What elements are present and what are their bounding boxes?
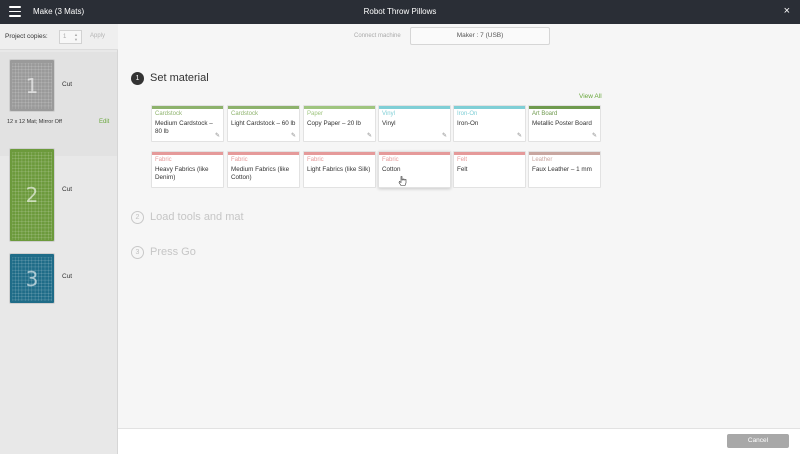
- material-color-bar: [304, 106, 375, 109]
- pencil-icon: ✎: [366, 133, 372, 139]
- footer-bar: Cancel: [118, 428, 800, 454]
- material-color-bar: [304, 152, 375, 155]
- material-category: Art Board: [532, 111, 558, 117]
- material-color-bar: [228, 106, 299, 109]
- material-color-bar: [454, 106, 525, 109]
- project-copies-input[interactable]: 1 ▲ ▼: [59, 30, 82, 44]
- material-category: Fabric: [382, 157, 399, 163]
- step-label-3: Press Go: [150, 246, 196, 258]
- material-name: Copy Paper – 20 lb: [307, 120, 361, 127]
- material-name: Light Fabrics (like Silk): [307, 166, 371, 173]
- material-name: Heavy Fabrics (like Denim): [155, 166, 209, 181]
- material-name: Cotton: [382, 166, 401, 173]
- mat-action-2: Cut: [62, 186, 73, 193]
- material-category: Leather: [532, 157, 553, 163]
- edit-mat-link[interactable]: Edit: [99, 119, 109, 125]
- pencil-icon: ✎: [214, 133, 220, 139]
- material-name: Light Cardstock – 60 lb: [231, 120, 296, 127]
- material-category: Fabric: [307, 157, 324, 163]
- step-label-1: Set material: [150, 72, 209, 84]
- material-color-bar: [529, 106, 600, 109]
- material-card[interactable]: Cardstock Medium Cardstock – 80 lb ✎: [151, 105, 224, 142]
- material-category: Vinyl: [382, 111, 395, 117]
- material-name: Vinyl: [382, 120, 396, 127]
- material-color-bar: [454, 152, 525, 155]
- material-category: Cardstock: [155, 111, 183, 117]
- material-name: Faux Leather – 1 mm: [532, 166, 592, 173]
- mat-preview-3[interactable]: 3: [9, 253, 55, 304]
- machine-select-button[interactable]: Maker : 7 (USB): [410, 27, 550, 45]
- project-title: Robot Throw Pillows: [363, 7, 437, 16]
- top-bar: Make (3 Mats) Robot Throw Pillows ×: [0, 0, 800, 24]
- mat-info: 12 x 12 Mat; Mirror Off: [7, 119, 62, 125]
- menu-icon[interactable]: [9, 6, 21, 17]
- material-name: Felt: [457, 166, 468, 173]
- material-name: Iron-On: [457, 120, 479, 127]
- mat-action-3: Cut: [62, 273, 73, 280]
- step-number-1: 1: [131, 72, 144, 85]
- material-category: Fabric: [155, 157, 172, 163]
- material-color-bar: [379, 152, 450, 155]
- connect-machine-label: Connect machine: [354, 33, 401, 39]
- material-name: Metallic Poster Board: [532, 120, 592, 127]
- material-card[interactable]: Fabric Heavy Fabrics (like Denim): [151, 151, 224, 188]
- apply-button[interactable]: Apply: [90, 33, 105, 39]
- material-card[interactable]: Fabric Medium Fabrics (like Cotton): [227, 151, 300, 188]
- material-card[interactable]: Fabric Cotton: [378, 151, 451, 188]
- material-card[interactable]: Cardstock Light Cardstock – 60 lb ✎: [227, 105, 300, 142]
- material-card[interactable]: Paper Copy Paper – 20 lb ✎: [303, 105, 376, 142]
- window-title: Make (3 Mats): [33, 7, 85, 16]
- mat-number-3: 3: [25, 266, 39, 291]
- material-category: Fabric: [231, 157, 248, 163]
- pencil-icon: ✎: [290, 133, 296, 139]
- material-category: Felt: [457, 157, 468, 163]
- material-card[interactable]: Fabric Light Fabrics (like Silk): [303, 151, 376, 188]
- material-card[interactable]: Felt Felt: [453, 151, 526, 188]
- pencil-icon: ✎: [516, 133, 522, 139]
- project-copies-value: 1: [63, 34, 67, 40]
- pencil-icon: ✎: [591, 133, 597, 139]
- view-all-materials-link[interactable]: View All: [579, 93, 602, 100]
- material-card[interactable]: Iron-On Iron-On ✎: [453, 105, 526, 142]
- mat-preview-1[interactable]: 1: [9, 59, 55, 112]
- material-card[interactable]: Art Board Metallic Poster Board ✎: [528, 105, 601, 142]
- step-number-3: 3: [131, 246, 144, 259]
- material-category: Cardstock: [231, 111, 259, 117]
- material-card[interactable]: Leather Faux Leather – 1 mm: [528, 151, 601, 188]
- make-main-panel: Connect machine Maker : 7 (USB) 1 Set ma…: [118, 24, 800, 428]
- step-number-2: 2: [131, 211, 144, 224]
- project-copies-label: Project copies:: [5, 33, 48, 40]
- material-category: Iron-On: [457, 111, 478, 117]
- material-color-bar: [152, 106, 223, 109]
- mat-sidebar: Project copies: 1 ▲ ▼ Apply 1 Cut 12 x 12…: [0, 24, 118, 454]
- material-color-bar: [228, 152, 299, 155]
- mat-number-1: 1: [25, 73, 39, 98]
- material-color-bar: [529, 152, 600, 155]
- step-label-2: Load tools and mat: [150, 211, 244, 223]
- material-name: Medium Cardstock – 80 lb: [155, 120, 213, 135]
- pencil-icon: ✎: [441, 133, 447, 139]
- material-card[interactable]: Vinyl Vinyl ✎: [378, 105, 451, 142]
- close-icon[interactable]: ×: [784, 5, 790, 17]
- project-copies-row: Project copies: 1 ▲ ▼ Apply: [0, 24, 118, 50]
- mat-number-2: 2: [25, 183, 39, 207]
- cancel-button[interactable]: Cancel: [727, 434, 789, 448]
- material-color-bar: [379, 106, 450, 109]
- material-category: Paper: [307, 111, 324, 117]
- material-color-bar: [152, 152, 223, 155]
- material-name: Medium Fabrics (like Cotton): [231, 166, 290, 181]
- stepper-arrows-icon[interactable]: ▲ ▼: [74, 32, 79, 42]
- mat-preview-2[interactable]: 2: [9, 148, 55, 242]
- mat-action-1: Cut: [62, 81, 73, 88]
